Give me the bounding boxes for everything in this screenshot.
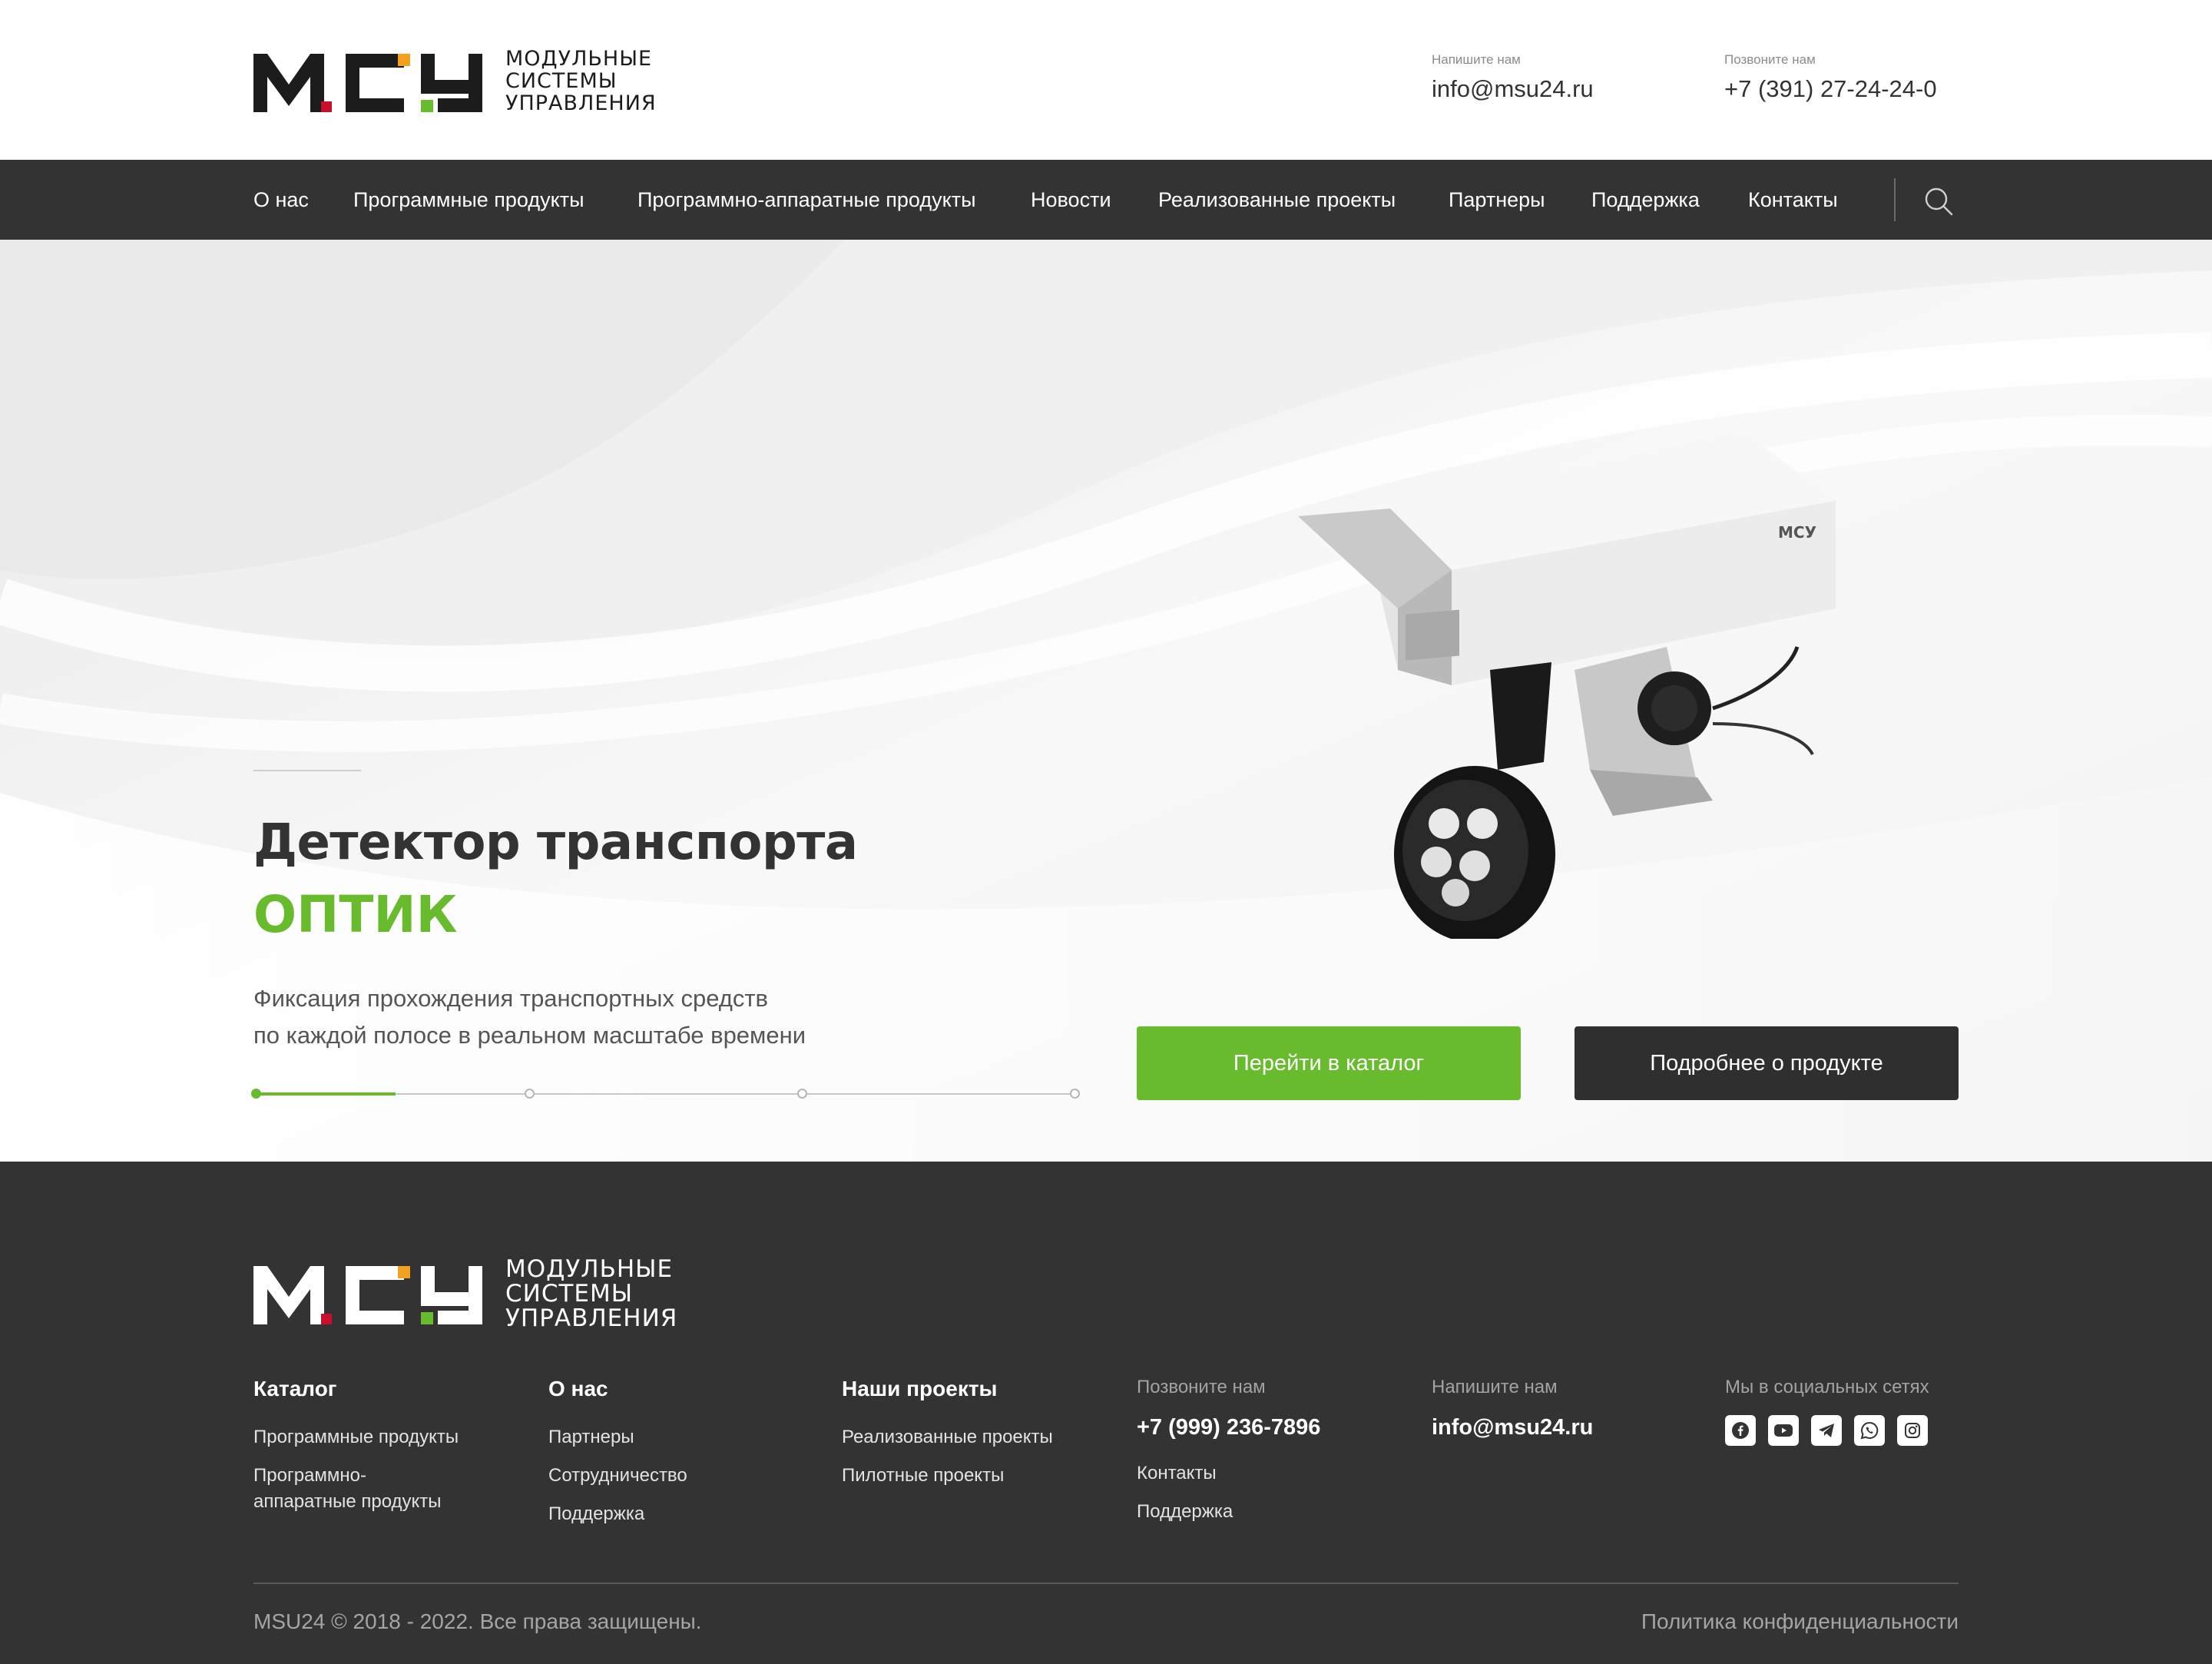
catalog-button[interactable]: Перейти в каталог — [1137, 1026, 1521, 1100]
footer-logo[interactable]: Модульные системы управления — [253, 1257, 677, 1331]
nav-item-hardware[interactable]: Программно-аппаратные продукты — [637, 160, 975, 240]
footer-logo-line-1: Модульные — [505, 1255, 674, 1283]
site-logo[interactable]: Модульные системы управления — [253, 48, 657, 114]
site-header: Модульные системы управления Напишите на… — [0, 0, 2212, 160]
footer-link-pilot-projects[interactable]: Пилотные проекты — [842, 1463, 1053, 1489]
header-phone-link[interactable]: +7 (391) 27-24-24-0 — [1724, 75, 1937, 103]
search-icon[interactable] — [1923, 186, 1954, 217]
footer-link-contacts[interactable]: Контакты — [1137, 1460, 1320, 1487]
slider-dot-1[interactable] — [251, 1089, 261, 1099]
footer-col-about: О нас Партнеры Сотрудничество Поддержка — [548, 1377, 687, 1540]
footer-projects-title: Наши проекты — [842, 1377, 998, 1400]
footer-write-caption: Напишите нам — [1432, 1377, 1558, 1397]
footer-logo-mark-icon — [253, 1266, 482, 1324]
slider-progress-track — [251, 1089, 1080, 1099]
copyright-text: MSU24 © 2018 - 2022. Все права защищены. — [253, 1609, 702, 1633]
header-email-link[interactable]: info@msu24.ru — [1432, 75, 1594, 103]
slider-dot-4[interactable] — [1070, 1089, 1080, 1099]
footer-catalog-title: Каталог — [253, 1377, 337, 1400]
main-nav: О нас Программные продукты Программно-ап… — [0, 160, 2212, 240]
nav-divider — [1894, 178, 1896, 221]
hero-desc-line-1: Фиксация прохождения транспортных средст… — [253, 985, 769, 1012]
logo-line-1: Модульные — [505, 47, 653, 71]
email-caption: Напишите нам — [1432, 52, 1521, 67]
footer-link-cooperation[interactable]: Сотрудничество — [548, 1463, 687, 1489]
footer-link-software[interactable]: Программные продукты — [253, 1424, 459, 1450]
telegram-icon[interactable] — [1811, 1415, 1842, 1446]
social-links — [1725, 1415, 1929, 1446]
footer-logo-text: Модульные системы управления — [505, 1257, 677, 1331]
nav-item-support[interactable]: Поддержка — [1591, 160, 1700, 240]
nav-item-contacts[interactable]: Контакты — [1748, 160, 1838, 240]
slider-dot-2[interactable] — [525, 1089, 535, 1099]
phone-caption: Позвоните нам — [1724, 52, 1816, 67]
camera-brand-label: МСУ — [1778, 523, 1816, 542]
header-email-block: Напишите нам info@msu24.ru — [1432, 52, 1594, 103]
nav-item-partners[interactable]: Партнеры — [1449, 160, 1545, 240]
footer-col-projects: Наши проекты Реализованные проекты Пилот… — [842, 1377, 1053, 1501]
nav-item-news[interactable]: Новости — [1031, 160, 1111, 240]
footer-col-call: Позвоните нам +7 (999) 236-7896 Контакты… — [1137, 1377, 1320, 1537]
instagram-icon[interactable] — [1897, 1415, 1928, 1446]
footer-social-caption: Мы в социальных сетях — [1725, 1377, 1929, 1397]
footer-email-link[interactable]: info@msu24.ru — [1432, 1415, 1593, 1440]
footer-link-support-2[interactable]: Поддержка — [1137, 1499, 1320, 1525]
nav-item-projects[interactable]: Реализованные проекты — [1158, 160, 1396, 240]
whatsapp-icon[interactable] — [1854, 1415, 1885, 1446]
hero-desc-line-2: по каждой полосе в реальном масштабе вре… — [253, 1022, 806, 1049]
footer-call-caption: Позвоните нам — [1137, 1377, 1266, 1397]
hero-description: Фиксация прохождения транспортных средст… — [253, 980, 806, 1054]
footer-divider — [253, 1583, 1959, 1584]
footer-link-hardware-line-1[interactable]: Программно- — [253, 1463, 459, 1489]
footer-col-social: Мы в социальных сетях — [1725, 1377, 1929, 1446]
nav-item-software[interactable]: Программные продукты — [353, 160, 584, 240]
logo-line-3: управления — [505, 91, 657, 115]
footer-link-realized-projects[interactable]: Реализованные проекты — [842, 1424, 1053, 1450]
footer-col-write: Напишите нам info@msu24.ru — [1432, 1377, 1593, 1460]
hero-title: Детектор транспорта — [253, 814, 858, 871]
privacy-policy-link[interactable]: Политика конфиденциальности — [1641, 1609, 1959, 1634]
logo-text: Модульные системы управления — [505, 48, 657, 114]
camera-image: МСУ — [1298, 432, 1836, 939]
logo-line-2: системы — [505, 69, 618, 93]
hero-slider: МСУ Детектор транспорта ОПТИК Фиксация п… — [0, 240, 2212, 1162]
footer-link-partners[interactable]: Партнеры — [548, 1424, 687, 1450]
footer-about-title: О нас — [548, 1377, 608, 1400]
footer-logo-line-3: управления — [505, 1304, 678, 1332]
footer-phone-link[interactable]: +7 (999) 236-7896 — [1137, 1415, 1320, 1440]
nav-item-about[interactable]: О нас — [253, 160, 309, 240]
footer-logo-line-2: системы — [505, 1280, 634, 1308]
slider-progress-fill — [256, 1092, 396, 1096]
footer-link-support[interactable]: Поддержка — [548, 1501, 687, 1527]
facebook-icon[interactable] — [1725, 1415, 1756, 1446]
footer-link-hardware-line-2[interactable]: аппаратные продукты — [253, 1489, 459, 1515]
footer-col-catalog: Каталог Программные продукты Программно-… — [253, 1377, 459, 1527]
header-phone-block: Позвоните нам +7 (391) 27-24-24-0 — [1724, 52, 1937, 103]
hero-accent-title: ОПТИК — [253, 885, 458, 944]
youtube-icon[interactable] — [1768, 1415, 1799, 1446]
product-details-button[interactable]: Подробнее о продукте — [1575, 1026, 1959, 1100]
hero-divider — [253, 770, 361, 771]
slider-dot-3[interactable] — [797, 1089, 807, 1099]
logo-mark-icon — [253, 53, 482, 112]
site-footer: Модульные системы управления Каталог Про… — [0, 1162, 2212, 1664]
